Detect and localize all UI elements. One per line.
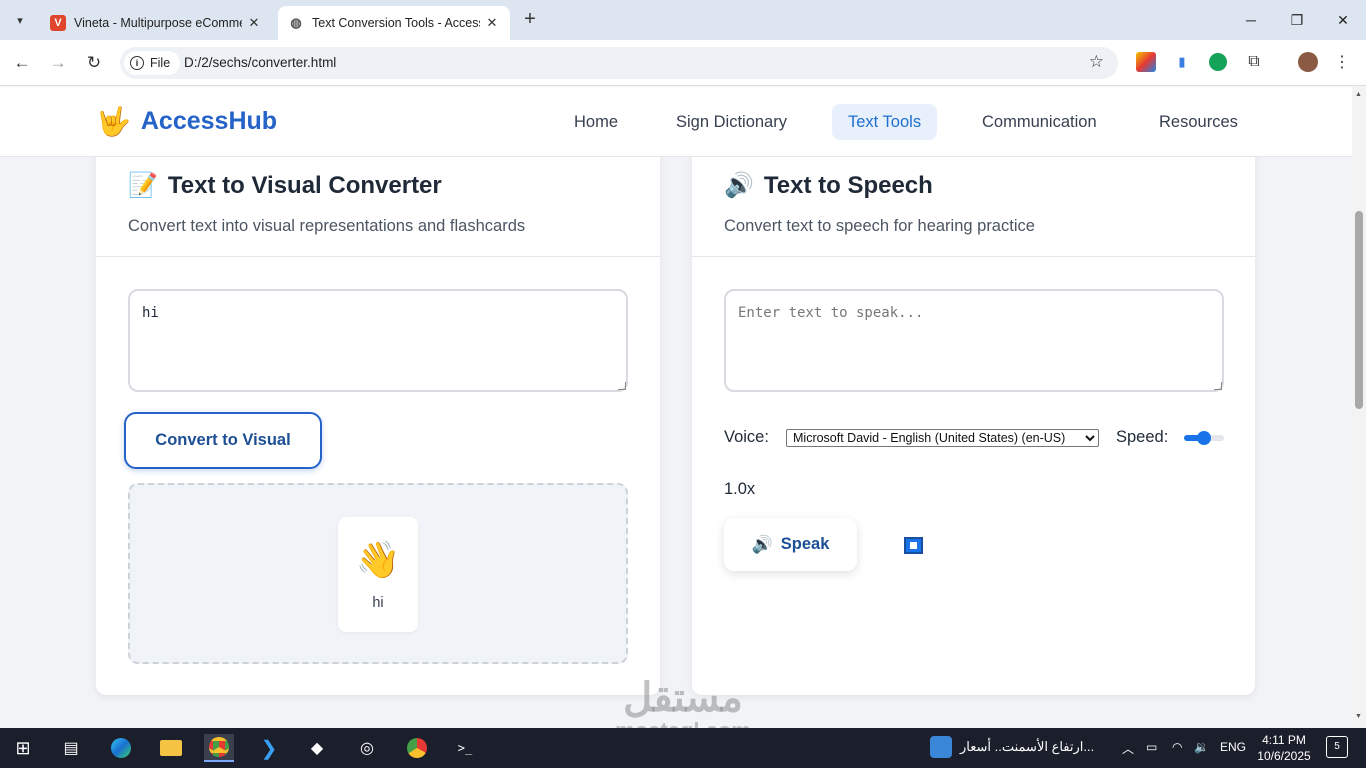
- browser-tab-bar: ▾ V Vineta - Multipurpose eComme ✕ ◍ Tex…: [0, 0, 1366, 40]
- speak-button[interactable]: 🔊 Speak: [724, 518, 857, 571]
- globe-icon: ◍: [290, 15, 302, 30]
- scroll-down-icon[interactable]: ▼: [1355, 713, 1362, 720]
- windows-start-icon[interactable]: ⊞: [8, 734, 38, 762]
- close-tab-icon[interactable]: ✕: [484, 15, 500, 31]
- edge-icon[interactable]: [106, 734, 136, 762]
- text-to-speech-card: 🔊 Text to Speech Convert text to speech …: [692, 127, 1255, 695]
- speak-label: Speak: [780, 535, 830, 553]
- voice-label: Voice:: [724, 428, 769, 446]
- hand-logo-icon: 🤟: [96, 106, 131, 137]
- card-subtitle: Convert text to speech for hearing pract…: [724, 217, 1035, 235]
- stop-icon[interactable]: [904, 537, 923, 554]
- flashcard-word: hi: [372, 595, 384, 611]
- terminal-icon[interactable]: >_: [450, 734, 480, 762]
- nav-sign-dictionary[interactable]: Sign Dictionary: [660, 104, 803, 140]
- page-scrollbar[interactable]: ▲ ▼: [1352, 87, 1366, 728]
- new-tab-button[interactable]: +: [518, 8, 542, 32]
- close-tab-icon[interactable]: ✕: [246, 15, 262, 31]
- tray-chevron-icon[interactable]: ︿: [1122, 740, 1134, 757]
- restore-icon[interactable]: ❐: [1274, 0, 1320, 40]
- tab-title: Text Conversion Tools - AccessH: [312, 16, 480, 30]
- card-title-text: Text to Speech: [763, 171, 933, 199]
- voice-select[interactable]: Microsoft David - English (United States…: [786, 429, 1099, 447]
- flashcard[interactable]: 👋 hi: [338, 517, 418, 632]
- obs-icon[interactable]: ◎: [352, 734, 382, 762]
- grammarly-icon[interactable]: [1208, 52, 1228, 72]
- bookmark-star-icon[interactable]: ☆: [1089, 52, 1104, 72]
- nav-resources[interactable]: Resources: [1143, 104, 1254, 140]
- battery-icon[interactable]: ▭: [1146, 740, 1157, 754]
- file-label: File: [150, 56, 171, 70]
- file-explorer-icon[interactable]: [156, 734, 186, 762]
- chrome-profile-icon[interactable]: [402, 734, 432, 762]
- notification-center-icon[interactable]: 5: [1326, 736, 1348, 758]
- forward-arrow-icon[interactable]: →: [45, 50, 71, 76]
- volume-icon[interactable]: 🔉: [1194, 740, 1209, 754]
- news-headline: ارتفاع الأسمنت.. أسعار...: [960, 739, 1095, 754]
- chrome-icon[interactable]: [204, 734, 234, 762]
- speed-label: Speed:: [1116, 428, 1169, 446]
- windows-taskbar: ⊞ ▤ ❯ ◆ ◎ >_ ارتفاع الأسمنت.. أسعار... ︿…: [0, 728, 1366, 768]
- language-indicator[interactable]: ENG: [1220, 740, 1246, 754]
- vineta-favicon-icon: V: [50, 15, 66, 31]
- resize-grip-icon[interactable]: [618, 382, 626, 390]
- vscode-icon[interactable]: ❯: [254, 734, 284, 762]
- document-extension-icon[interactable]: ▮: [1172, 52, 1192, 72]
- text-to-visual-card: 📝 Text to Visual Converter Convert text …: [96, 127, 660, 695]
- visual-output-area: 👋 hi: [128, 483, 628, 664]
- nav-home[interactable]: Home: [558, 104, 634, 140]
- extensions-puzzle-icon[interactable]: ⧉: [1244, 52, 1264, 72]
- address-bar[interactable]: i File D:/2/sechs/converter.html ☆: [120, 47, 1118, 79]
- scroll-thumb[interactable]: [1355, 211, 1363, 409]
- site-logo[interactable]: 🤟 AccessHub: [96, 105, 277, 138]
- convert-to-visual-button[interactable]: Convert to Visual: [124, 412, 322, 469]
- speed-value: 1.0x: [724, 480, 756, 498]
- wifi-icon[interactable]: ◠: [1172, 740, 1182, 754]
- task-view-icon[interactable]: ▤: [56, 734, 86, 762]
- site-info-chip[interactable]: i File: [124, 51, 181, 75]
- nav-text-tools[interactable]: Text Tools: [832, 104, 938, 140]
- profile-avatar[interactable]: [1298, 52, 1318, 72]
- back-arrow-icon[interactable]: ←: [9, 50, 35, 76]
- card-title-text: Text to Visual Converter: [167, 171, 442, 199]
- tab-vineta[interactable]: V Vineta - Multipurpose eComme ✕: [40, 6, 272, 40]
- card-title: 🔊 Text to Speech: [724, 171, 933, 200]
- system-clock[interactable]: 4:11 PM 10/6/2025: [1252, 732, 1316, 764]
- resize-grip-icon[interactable]: [1214, 382, 1222, 390]
- slider-handle[interactable]: [1197, 431, 1211, 445]
- url-text[interactable]: D:/2/sechs/converter.html: [184, 55, 336, 70]
- clock-time: 4:11 PM: [1262, 733, 1306, 747]
- nav-communication[interactable]: Communication: [966, 104, 1113, 140]
- tab-search-icon[interactable]: ▾: [8, 8, 32, 32]
- speaker-icon: 🔊: [724, 172, 754, 199]
- memo-icon: 📝: [128, 172, 158, 199]
- scroll-up-icon[interactable]: ▲: [1355, 91, 1362, 98]
- tab-text-conversion-tools[interactable]: ◍ Text Conversion Tools - AccessH ✕: [278, 6, 510, 40]
- close-window-icon[interactable]: ✕: [1320, 0, 1366, 40]
- news-widget[interactable]: ارتفاع الأسمنت.. أسعار...: [930, 736, 1094, 758]
- card-title: 📝 Text to Visual Converter: [128, 171, 442, 200]
- site-header: 🤟 AccessHub Home Sign Dictionary Text To…: [0, 87, 1352, 157]
- visual-text-input[interactable]: hi: [128, 289, 628, 392]
- browser-menu-icon[interactable]: ⋮: [1332, 52, 1352, 72]
- logo-text: AccessHub: [140, 107, 278, 135]
- speaker-icon: 🔊: [751, 534, 773, 554]
- speech-text-input[interactable]: [724, 289, 1224, 392]
- page-viewport: 🤟 AccessHub Home Sign Dictionary Text To…: [0, 87, 1352, 728]
- reload-icon[interactable]: ↻: [81, 50, 107, 76]
- app-cube-icon[interactable]: ◆: [302, 734, 332, 762]
- clock-date: 10/6/2025: [1257, 749, 1311, 763]
- speed-slider[interactable]: [1184, 431, 1224, 445]
- waving-hand-icon: 👋: [355, 539, 401, 580]
- minimize-icon[interactable]: ─: [1228, 0, 1274, 40]
- watermark-arabic: مستقل: [623, 676, 743, 720]
- tab-title: Vineta - Multipurpose eComme: [74, 16, 242, 30]
- card-subtitle: Convert text into visual representations…: [128, 217, 526, 235]
- color-picker-extension-icon[interactable]: [1136, 52, 1156, 72]
- info-icon: i: [130, 56, 144, 70]
- browser-toolbar: ← → ↻ i File D:/2/sechs/converter.html ☆…: [0, 40, 1366, 86]
- stop-square: [910, 542, 917, 549]
- news-icon: [930, 736, 952, 758]
